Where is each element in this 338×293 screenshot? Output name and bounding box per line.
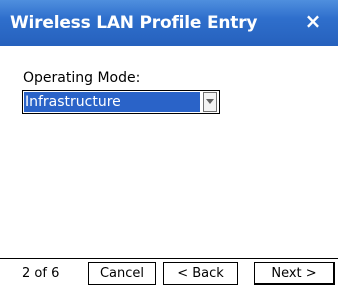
window-title: Wireless LAN Profile Entry [10, 13, 258, 33]
operating-mode-label: Operating Mode: [23, 70, 141, 86]
operating-mode-select[interactable]: Infrastructure [22, 90, 220, 114]
close-icon: × [304, 9, 322, 33]
close-button[interactable]: × [302, 10, 324, 32]
footer-divider [0, 258, 338, 259]
chevron-down-icon [206, 99, 214, 104]
title-bar: Wireless LAN Profile Entry × [0, 0, 338, 46]
dropdown-arrow-icon[interactable] [203, 92, 217, 112]
next-button[interactable]: Next > [254, 262, 335, 285]
operating-mode-selected-value: Infrastructure [24, 92, 200, 112]
page-indicator: 2 of 6 [22, 266, 60, 281]
back-button[interactable]: < Back [163, 262, 238, 285]
cancel-button[interactable]: Cancel [88, 262, 156, 285]
